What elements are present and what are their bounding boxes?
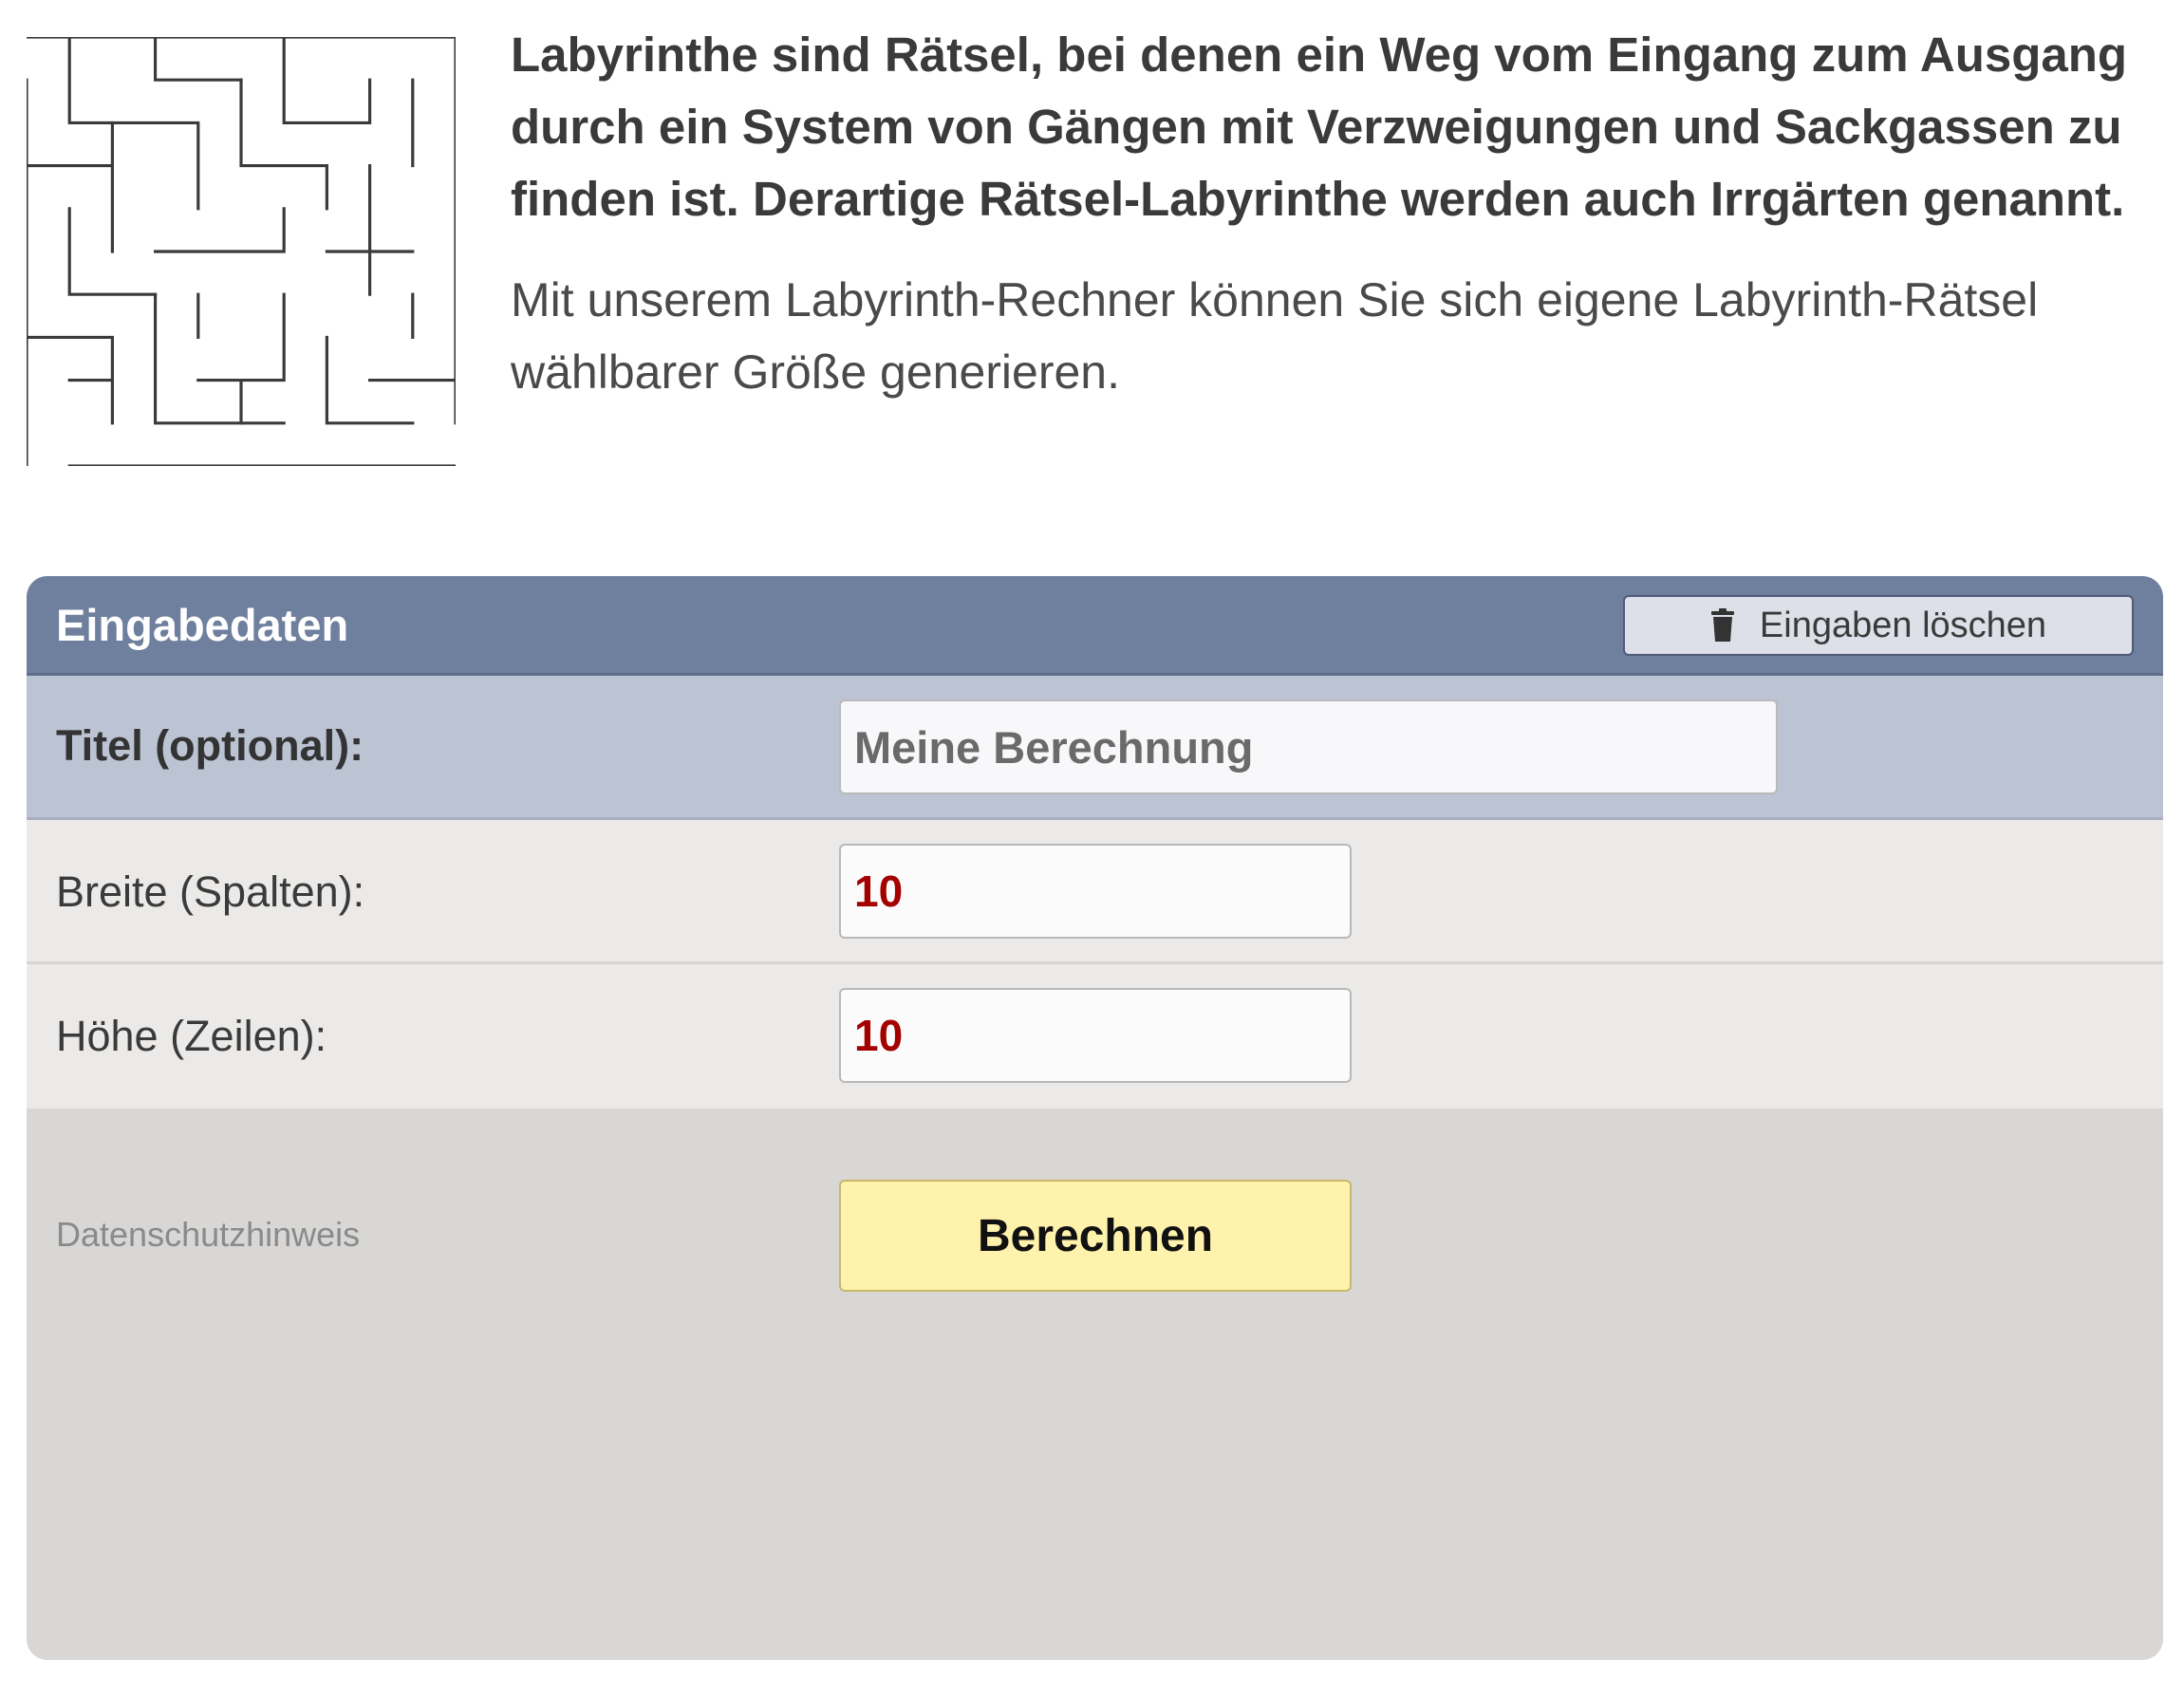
intro-section: Labyrinthe sind Rätsel, bei denen ein We…	[0, 0, 2184, 531]
submit-row: Datenschutzhinweis Berechnen	[27, 1109, 2163, 1660]
panel-header: Eingabedaten Eingaben löschen	[27, 576, 2163, 676]
clear-inputs-button[interactable]: Eingaben löschen	[1623, 595, 2134, 656]
width-label: Breite (Spalten):	[56, 867, 365, 916]
intro-lead: Labyrinthe sind Rätsel, bei denen ein We…	[511, 28, 2128, 226]
height-input[interactable]	[839, 988, 1352, 1083]
trash-icon	[1710, 608, 1734, 642]
maze-illustration	[27, 37, 456, 466]
intro-description: Mit unserem Labyrinth-Rechner können Sie…	[511, 273, 2039, 399]
panel-title: Eingabedaten	[56, 600, 349, 650]
intro-text: Labyrinthe sind Rätsel, bei denen ein We…	[511, 19, 2143, 408]
clear-inputs-label: Eingaben löschen	[1759, 605, 2047, 645]
title-input[interactable]	[839, 699, 1778, 794]
height-label: Höhe (Zeilen):	[56, 1012, 327, 1060]
input-panel: Eingabedaten Eingaben löschen Titel (opt…	[27, 576, 2163, 1660]
title-label: Titel (optional):	[56, 721, 364, 770]
title-row: Titel (optional):	[27, 676, 2163, 820]
height-row: Höhe (Zeilen):	[27, 964, 2163, 1109]
width-input[interactable]	[839, 844, 1352, 939]
privacy-link[interactable]: Datenschutzhinweis	[56, 1215, 360, 1255]
calculate-button[interactable]: Berechnen	[839, 1180, 1352, 1292]
width-row: Breite (Spalten):	[27, 820, 2163, 964]
